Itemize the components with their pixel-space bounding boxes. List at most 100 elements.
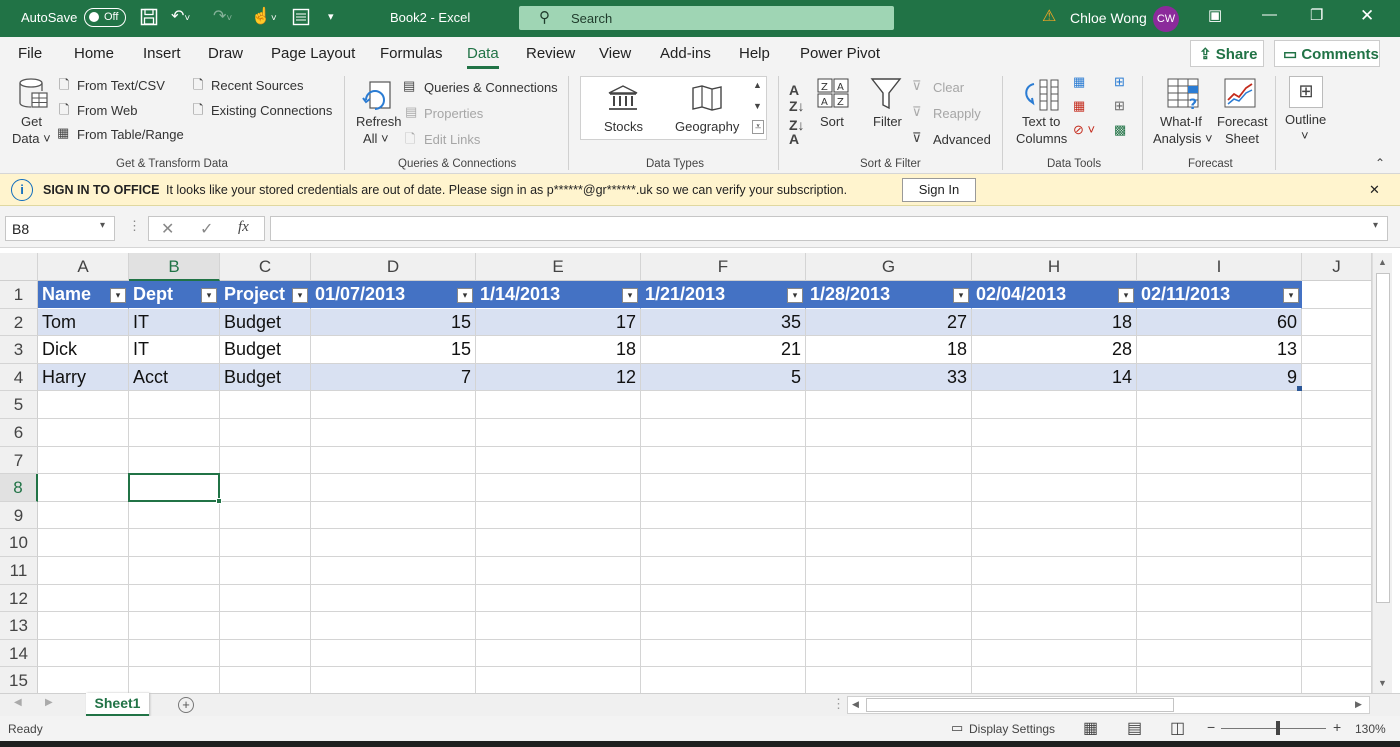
from-web-button[interactable]: From Web: [77, 103, 137, 118]
table-cell[interactable]: 60: [1137, 308, 1302, 337]
relationships-icon[interactable]: ⊞: [1114, 98, 1125, 114]
cell[interactable]: [972, 557, 1137, 585]
cell[interactable]: [476, 584, 641, 613]
autosave-toggle[interactable]: Off: [84, 8, 126, 27]
cell[interactable]: [1302, 529, 1372, 557]
active-cell-selection[interactable]: [128, 473, 222, 504]
cell[interactable]: [1137, 529, 1302, 557]
cell[interactable]: [220, 501, 311, 530]
redo-icon[interactable]: ↷˅: [213, 8, 232, 28]
scroll-left-icon[interactable]: ◀: [852, 699, 859, 710]
cell[interactable]: [476, 667, 641, 695]
display-settings-icon[interactable]: ▭: [951, 720, 963, 736]
cell[interactable]: [1302, 391, 1372, 419]
refresh-all-label-1[interactable]: Refresh: [356, 114, 402, 129]
cell[interactable]: [476, 501, 641, 530]
sign-in-button[interactable]: Sign In: [902, 178, 976, 202]
queries-connections-button[interactable]: Queries & Connections: [424, 80, 558, 95]
cell[interactable]: [641, 667, 806, 695]
cell[interactable]: [220, 667, 311, 695]
table-cell[interactable]: Acct: [129, 363, 220, 392]
row-header-4[interactable]: 4: [0, 363, 38, 392]
form-icon[interactable]: [292, 8, 310, 31]
column-header-a[interactable]: A: [38, 253, 129, 281]
cell[interactable]: [806, 446, 972, 475]
cell[interactable]: [38, 529, 129, 557]
close-message-icon[interactable]: ✕: [1369, 182, 1380, 198]
table-cell[interactable]: IT: [129, 308, 220, 337]
cell[interactable]: [38, 446, 129, 475]
row-header-12[interactable]: 12: [0, 584, 38, 613]
table-header-cell[interactable]: Project ▾: [220, 281, 311, 309]
cell[interactable]: [476, 639, 641, 668]
zoom-out-icon[interactable]: −: [1207, 719, 1215, 735]
vertical-scrollbar[interactable]: ▲ ▼: [1372, 253, 1392, 693]
cell[interactable]: [311, 557, 476, 585]
enter-icon[interactable]: ✓: [200, 219, 213, 239]
cell[interactable]: [129, 557, 220, 585]
cell[interactable]: [806, 474, 972, 502]
cell[interactable]: [972, 474, 1137, 502]
cell[interactable]: [476, 557, 641, 585]
filter-dropdown-icon[interactable]: ▾: [1118, 288, 1134, 303]
table-cell[interactable]: 12: [476, 363, 641, 392]
table-header-cell[interactable]: 1/28/2013 ▾: [806, 281, 972, 309]
zoom-slider[interactable]: [1221, 728, 1326, 729]
cell[interactable]: [311, 639, 476, 668]
tab-split-grip-icon[interactable]: ⋮: [832, 696, 845, 712]
column-header-h[interactable]: H: [972, 253, 1137, 281]
table-cell[interactable]: 27: [806, 308, 972, 337]
tab-insert[interactable]: Insert: [143, 45, 181, 62]
formula-input[interactable]: [270, 216, 1388, 241]
cell[interactable]: [38, 584, 129, 613]
table-cell[interactable]: 5: [641, 363, 806, 392]
filter-dropdown-icon[interactable]: ▾: [622, 288, 638, 303]
normal-view-icon[interactable]: ▦: [1083, 718, 1098, 738]
filter-dropdown-icon[interactable]: ▾: [110, 288, 126, 303]
edit-links-button[interactable]: Edit Links: [424, 132, 480, 147]
cell[interactable]: [1302, 281, 1372, 309]
table-resize-handle[interactable]: [1297, 386, 1302, 392]
cell[interactable]: [641, 501, 806, 530]
forecast-sheet-label-1[interactable]: Forecast: [1217, 114, 1268, 129]
filter-dropdown-icon[interactable]: ▾: [953, 288, 969, 303]
table-cell[interactable]: Budget: [220, 336, 311, 364]
cell[interactable]: [972, 501, 1137, 530]
cell[interactable]: [129, 612, 220, 640]
table-cell[interactable]: 15: [311, 308, 476, 337]
cell[interactable]: [1302, 557, 1372, 585]
table-cell[interactable]: 33: [806, 363, 972, 392]
cell[interactable]: [220, 612, 311, 640]
cell[interactable]: [972, 529, 1137, 557]
what-if-label-1[interactable]: What-If: [1160, 114, 1202, 129]
cell[interactable]: [641, 557, 806, 585]
tab-add-ins[interactable]: Add-ins: [660, 45, 711, 62]
cell[interactable]: [972, 584, 1137, 613]
filter-dropdown-icon[interactable]: ▾: [457, 288, 473, 303]
cell[interactable]: [311, 612, 476, 640]
table-header-cell[interactable]: Dept ▾: [129, 281, 220, 309]
cell[interactable]: [476, 529, 641, 557]
sort-ascending-icon[interactable]: A Z↓: [789, 82, 805, 114]
geography-button[interactable]: Geography: [675, 119, 739, 134]
fill-handle[interactable]: [216, 497, 222, 504]
cell[interactable]: [1302, 667, 1372, 695]
row-header-5[interactable]: 5: [0, 391, 38, 419]
table-header-cell[interactable]: 02/11/2013 ▾: [1137, 281, 1302, 309]
table-cell[interactable]: Dick: [38, 336, 129, 364]
zoom-slider-thumb[interactable]: [1276, 721, 1280, 735]
cell[interactable]: [972, 639, 1137, 668]
cell[interactable]: [38, 667, 129, 695]
table-header-cell[interactable]: 1/21/2013 ▾: [641, 281, 806, 309]
cell[interactable]: [1137, 639, 1302, 668]
cell[interactable]: [1302, 639, 1372, 668]
gallery-more-icon[interactable]: ⩡: [752, 120, 765, 134]
cell[interactable]: [1302, 446, 1372, 475]
formula-bar-grip-icon[interactable]: ⋮: [128, 218, 141, 234]
cell[interactable]: [972, 612, 1137, 640]
table-header-cell[interactable]: 1/14/2013 ▾: [476, 281, 641, 309]
zoom-in-icon[interactable]: +: [1333, 719, 1341, 735]
filter-dropdown-icon[interactable]: ▾: [1283, 288, 1299, 303]
cell[interactable]: [641, 584, 806, 613]
cell[interactable]: [129, 419, 220, 447]
